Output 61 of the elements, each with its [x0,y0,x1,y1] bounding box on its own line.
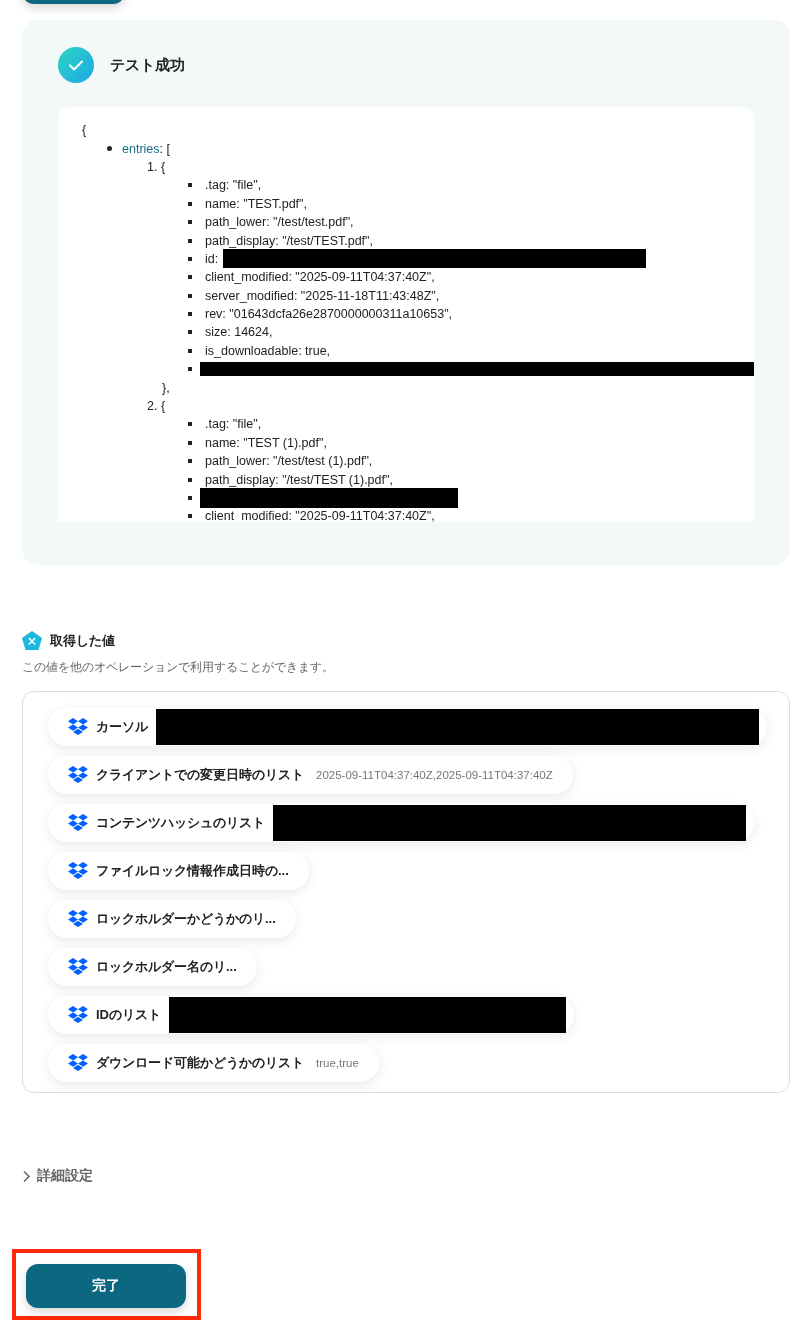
done-button[interactable]: 完了 [26,1264,186,1308]
bullet-icon [188,348,192,353]
bullet-icon [188,238,192,243]
dropbox-icon [68,1006,88,1024]
section-title: 取得した値 [50,631,115,650]
bullet-icon [188,367,192,372]
status-title: テスト成功 [110,55,185,75]
advanced-settings-toggle[interactable]: 詳細設定 [22,1167,93,1185]
bullet-icon [188,312,192,317]
bullet-icon [188,183,192,188]
code-text: 2. { [147,399,166,414]
code-text: .tag: "file", [205,178,262,193]
value-chip[interactable]: コンテンツハッシュのリスト [48,804,754,842]
section-description: この値を他のオペレーションで利用することができます。 [22,660,335,675]
code-text: id: [205,251,219,266]
code-text: path_lower: "/test/test (1).pdf", [205,454,373,469]
code-text: path_display: "/test/TEST (1).pdf", [205,472,393,487]
dropbox-icon [68,1054,88,1072]
code-text: client_modified: "2025-09-11T04:37:40Z", [205,270,435,285]
dropbox-icon [68,910,88,928]
bullet-icon [188,514,192,519]
bullet-icon [107,146,112,152]
value-chip[interactable]: ファイルロック情報作成日時の... [48,852,309,890]
code-text: { [82,123,87,138]
bullet-icon [188,220,192,225]
value-chip[interactable]: ロックホルダー名のリ... [48,948,257,986]
code-text: name: "TEST (1).pdf", [205,435,327,450]
dropbox-icon [68,862,88,880]
code-text: .tag: "file", [205,417,262,432]
dropbox-icon [68,766,88,784]
bullet-icon [188,201,192,206]
code-text: rev: "01643dcfa26e2870000000311a10653", [205,307,453,322]
dropbox-icon [68,718,88,736]
code-text: : [ [159,141,170,156]
code-text: 1. { [147,159,166,174]
code-text: }, [162,380,170,395]
bullet-icon [188,330,192,335]
dropbox-icon [68,814,88,832]
value-chip[interactable]: ダウンロード可能かどうかのリスト true,true [48,1044,379,1082]
json-key: entries [122,141,160,156]
code-text: path_lower: "/test/test.pdf", [205,215,354,230]
code-text: size: 14624, [205,325,273,340]
value-chip[interactable]: カーソル [48,708,767,746]
bullet-icon [188,459,192,464]
dropbox-icon [68,958,88,976]
bullet-icon [188,293,192,298]
bullet-icon [188,256,192,261]
bullet-icon [188,477,192,482]
value-chip[interactable]: クライアントでの変更日時のリスト 2025-09-11T04:37:40Z,2025-09-11T04:37:40Z [48,756,573,794]
code-text: name: "TEST.pdf", [205,196,307,211]
bullet-icon [188,275,192,280]
variable-icon [22,631,42,650]
code-text: server_modified: "2025-11-18T11:43:48Z", [205,288,440,303]
bullet-icon [188,440,192,445]
value-chip[interactable]: IDのリスト [48,996,574,1034]
value-chip[interactable]: ロックホルダーかどうかのリ... [48,900,296,938]
code-text: client_modified: "2025-09-11T04:37:40Z", [205,509,435,522]
code-text: path_display: "/test/TEST.pdf", [205,233,373,248]
bullet-icon [188,422,192,427]
code-text: is_downloadable: true, [205,343,331,358]
bullet-icon [188,496,192,500]
